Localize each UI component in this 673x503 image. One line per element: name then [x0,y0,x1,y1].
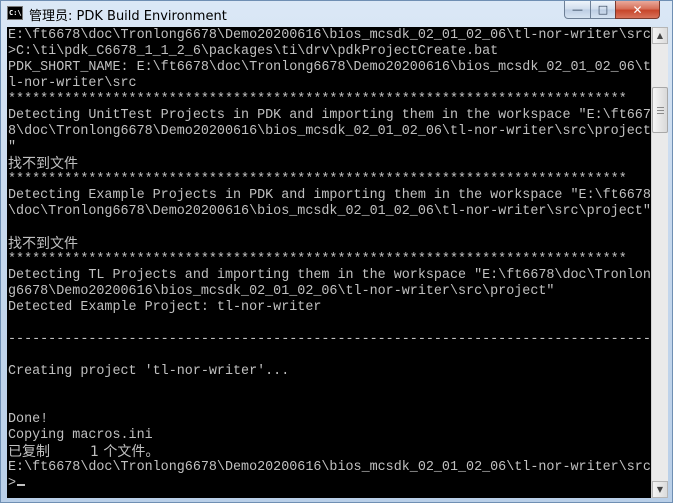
console-line: PDK_SHORT_NAME: E:\ft6678\doc\Tronlong66… [8,60,651,75]
console-line: Detecting TL Projects and importing them… [8,268,651,283]
console-line: 找不到文件 [8,236,78,252]
minimize-button[interactable]: — [564,1,591,19]
scroll-up-button[interactable]: ▲ [652,27,668,44]
console-line: \doc\Tronlong6678\Demo20200616\bios_mcsd… [8,204,651,219]
text-cursor [17,484,26,486]
console-line: ----------------------------------------… [8,332,651,347]
command-prompt-icon[interactable]: C:\ [7,6,23,20]
console-line: Detecting Example Projects in PDK and im… [8,188,651,203]
console-line: Copying macros.ini [8,428,153,443]
console-output[interactable]: E:\ft6678\doc\Tronlong6678\Demo20200616\… [7,27,651,498]
thumb-grip-line [657,110,664,111]
window-title: 管理员: PDK Build Environment [29,9,227,24]
console-line: E:\ft6678\doc\Tronlong6678\Demo20200616\… [8,460,651,475]
scrollbar-thumb[interactable] [652,87,668,133]
close-button[interactable]: ✕ [615,1,660,19]
console-line: 找不到文件 [8,156,78,172]
thumb-grip-line [657,107,664,108]
console-line: Detected Example Project: tl-nor-writer [8,300,322,315]
console-window: C:\ 管理员: PDK Build Environment — □ ✕ E:\… [0,0,673,503]
vertical-scrollbar[interactable]: ▲ ▼ [651,27,668,498]
console-line: ****************************************… [8,172,627,187]
console-line: Done! [8,412,49,427]
console-line: E:\ft6678\doc\Tronlong6678\Demo20200616\… [8,28,651,43]
console-line: g6678\Demo20200616\bios_mcsdk_02_01_02_0… [8,284,555,299]
console-line: l-nor-writer\src [8,76,137,91]
console-lines: E:\ft6678\doc\Tronlong6678\Demo20200616\… [8,28,651,492]
console-line: 已复制 1 个文件。 [8,444,160,460]
console-line: ****************************************… [8,252,627,267]
console-line: " [8,140,17,155]
thumb-grip-line [657,113,664,114]
console-line: Detecting UnitTest Projects in PDK and i… [8,108,651,123]
console-line: ****************************************… [8,92,627,107]
console-line: 8\doc\Tronlong6678\Demo20200616\bios_mcs… [8,124,651,139]
console-line: >C:\ti\pdk_C6678_1_1_2_6\packages\ti\drv… [8,44,499,59]
scroll-down-button[interactable]: ▼ [652,481,668,498]
console-line: Creating project 'tl-nor-writer'... [8,364,290,379]
console-line: > [8,476,651,492]
maximize-button[interactable]: □ [590,1,616,19]
